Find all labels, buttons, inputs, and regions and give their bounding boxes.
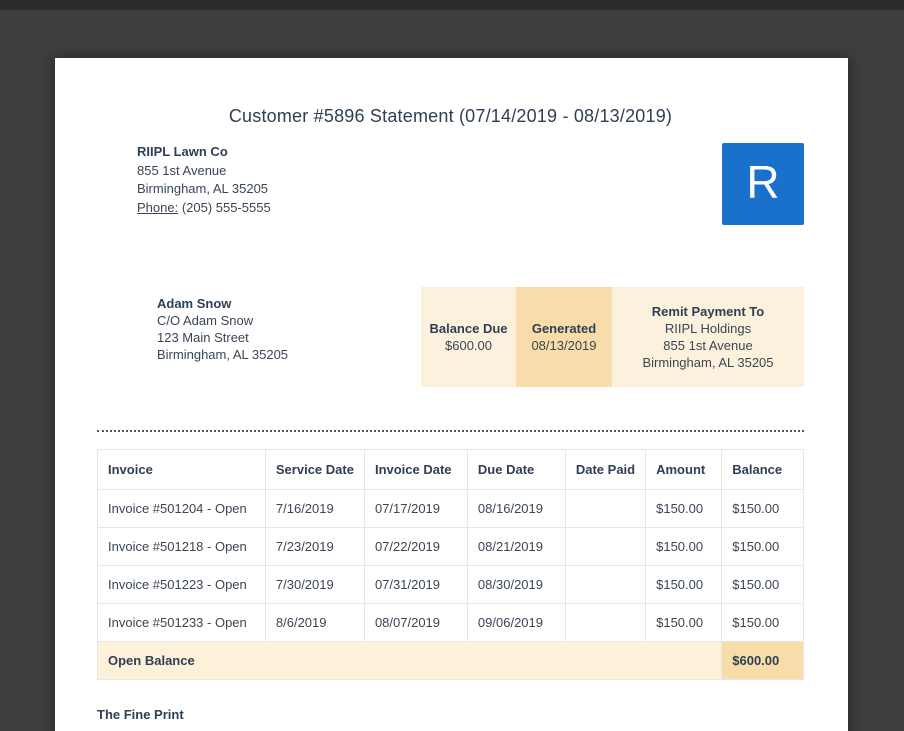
cell-amount: $150.00 <box>645 565 723 604</box>
balance-due-panel: Balance Due $600.00 <box>421 287 516 387</box>
cell-balance: $150.00 <box>721 489 804 528</box>
cell-service-date: 7/30/2019 <box>264 565 365 604</box>
remit-name: RIIPL Holdings <box>664 321 752 336</box>
company-info: RIIPL Lawn Co 855 1st Avenue Birmingham,… <box>137 143 271 217</box>
open-balance-row: Open Balance $600.00 <box>96 641 804 680</box>
remit-label: Remit Payment To <box>651 304 765 319</box>
column-header-balance: Balance <box>721 449 804 490</box>
customer-line2: 123 Main Street <box>157 330 249 345</box>
cell-amount: $150.00 <box>645 603 723 642</box>
generated-value: 08/13/2019 <box>531 338 597 353</box>
cell-service-date: 7/16/2019 <box>264 489 365 528</box>
cell-date-paid <box>564 603 647 642</box>
generated-label: Generated <box>531 321 597 336</box>
cell-due-date: 08/16/2019 <box>466 489 566 528</box>
column-header-invoice-date: Invoice Date <box>363 449 468 490</box>
table-row: Invoice #501233 - Open 8/6/2019 08/07/20… <box>97 603 804 642</box>
table-header-row: Invoice Service Date Invoice Date Due Da… <box>97 449 804 490</box>
cell-date-paid <box>564 527 647 566</box>
cell-invoice: Invoice #501204 - Open <box>97 489 266 528</box>
cell-invoice-date: 07/22/2019 <box>363 527 468 566</box>
remit-panel: Remit Payment To RIIPL Holdings 855 1st … <box>612 287 804 387</box>
generated-panel: Generated 08/13/2019 <box>516 287 612 387</box>
invoice-table: Invoice Service Date Invoice Date Due Da… <box>96 449 804 680</box>
table-row: Invoice #501223 - Open 7/30/2019 07/31/2… <box>97 565 804 604</box>
remit-address2: Birmingham, AL 35205 <box>642 355 774 370</box>
column-header-amount: Amount <box>645 449 723 490</box>
cell-invoice-date: 07/17/2019 <box>363 489 468 528</box>
customer-line1: C/O Adam Snow <box>157 313 254 328</box>
cell-invoice: Invoice #501218 - Open <box>97 527 266 566</box>
cell-amount: $150.00 <box>645 489 723 528</box>
cell-invoice: Invoice #501233 - Open <box>97 603 266 642</box>
phone-label: Phone: <box>137 199 179 215</box>
cell-date-paid <box>564 565 647 604</box>
column-header-date-paid: Date Paid <box>564 449 647 490</box>
company-logo: R <box>722 143 804 225</box>
cell-amount: $150.00 <box>645 527 723 566</box>
viewer-top-strip <box>0 0 904 10</box>
cell-due-date: 08/21/2019 <box>466 527 566 566</box>
column-header-invoice: Invoice <box>97 449 266 490</box>
column-header-due-date: Due Date <box>466 449 566 490</box>
page-title: Customer #5896 Statement (07/14/2019 - 0… <box>228 106 673 126</box>
cell-service-date: 8/6/2019 <box>264 603 365 642</box>
customer-and-summary-section: Adam Snow C/O Adam Snow 123 Main Street … <box>97 287 804 387</box>
cell-due-date: 09/06/2019 <box>466 603 566 642</box>
fine-print-title: The Fine Print <box>97 707 184 722</box>
company-phone: Phone: (205) 555-5555 <box>137 199 271 218</box>
company-address-line2: Birmingham, AL 35205 <box>137 181 269 196</box>
balance-due-label: Balance Due <box>429 321 508 336</box>
customer-line3: Birmingham, AL 35205 <box>157 347 289 362</box>
cell-invoice: Invoice #501223 - Open <box>97 565 266 604</box>
dotted-divider <box>97 430 804 432</box>
cell-invoice-date: 07/31/2019 <box>363 565 468 604</box>
open-balance-label: Open Balance <box>96 641 723 680</box>
table-row: Invoice #501218 - Open 7/23/2019 07/22/2… <box>97 527 804 566</box>
column-header-service-date: Service Date <box>264 449 365 490</box>
summary-box: Balance Due $600.00 Generated 08/13/2019… <box>421 287 804 387</box>
cell-balance: $150.00 <box>721 527 804 566</box>
viewer-background: Customer #5896 Statement (07/14/2019 - 0… <box>0 0 904 731</box>
document-header: RIIPL Lawn Co 855 1st Avenue Birmingham,… <box>97 143 804 225</box>
cell-due-date: 08/30/2019 <box>466 565 566 604</box>
cell-invoice-date: 08/07/2019 <box>363 603 468 642</box>
statement-document-page: Customer #5896 Statement (07/14/2019 - 0… <box>55 58 848 731</box>
cell-balance: $150.00 <box>721 603 804 642</box>
balance-due-value: $600.00 <box>445 338 492 353</box>
cell-service-date: 7/23/2019 <box>264 527 365 566</box>
phone-number: (205) 555-5555 <box>181 199 271 215</box>
company-name: RIIPL Lawn Co <box>137 144 228 159</box>
customer-name: Adam Snow <box>157 296 232 311</box>
open-balance-total: $600.00 <box>721 641 804 680</box>
cell-balance: $150.00 <box>721 565 804 604</box>
cell-date-paid <box>564 489 647 528</box>
table-row: Invoice #501204 - Open 7/16/2019 07/17/2… <box>97 489 804 528</box>
customer-info: Adam Snow C/O Adam Snow 123 Main Street … <box>157 287 288 363</box>
company-address-line1: 855 1st Avenue <box>137 162 227 178</box>
logo-letter: R <box>746 156 780 208</box>
remit-address1: 855 1st Avenue <box>663 338 753 353</box>
